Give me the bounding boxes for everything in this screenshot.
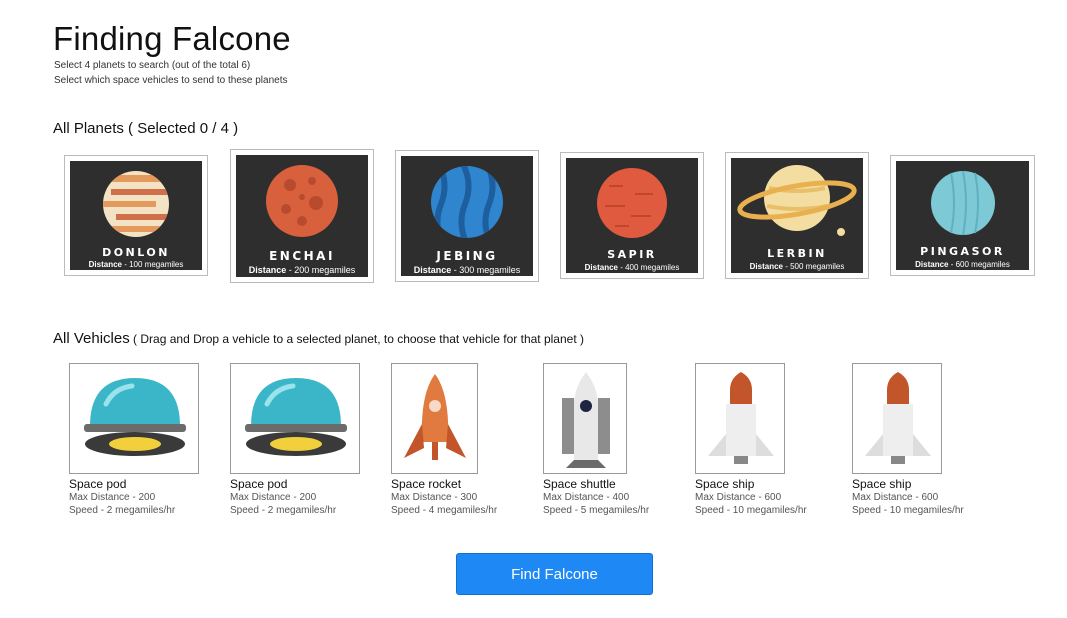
vehicle-max-distance: Max Distance - 200	[69, 492, 156, 503]
vehicle-card-space-rocket[interactable]: Space rocket Max Distance - 300 Speed - …	[391, 363, 497, 517]
vehicle-speed: Speed - 10 megamiles/hr	[695, 505, 807, 516]
ringed-planet-icon	[737, 165, 857, 236]
vehicle-speed: Speed - 2 megamiles/hr	[230, 505, 337, 516]
vehicle-max-distance: Max Distance - 300	[391, 492, 478, 503]
ice-planet-icon	[930, 170, 995, 236]
striped-planet-icon	[103, 171, 169, 237]
space-ship-icon	[708, 372, 774, 464]
planet-tile: DONLON Distance - 100 megamiles	[70, 161, 202, 270]
vehicle-speed: Speed - 5 megamiles/hr	[543, 505, 650, 516]
planet-card-jebing[interactable]: JEBING Distance - 300 megamiles	[395, 150, 539, 282]
planet-name: JEBING	[436, 249, 498, 263]
page-title: Finding Falcone	[53, 20, 291, 57]
space-pod-icon	[245, 378, 347, 456]
vehicle-card-space-pod-1[interactable]: Space pod Max Distance - 200 Speed - 2 m…	[69, 363, 199, 517]
planet-name: PINGASOR	[920, 245, 1005, 258]
vehicle-image	[852, 363, 942, 474]
vehicle-card-space-shuttle[interactable]: Space shuttle Max Distance - 400 Speed -…	[543, 363, 649, 517]
wavy-blue-planet-icon	[431, 166, 503, 238]
planet-tile: JEBING Distance - 300 megamiles	[401, 156, 533, 276]
planet-card-lerbin[interactable]: LERBIN Distance - 500 megamiles	[725, 152, 869, 279]
vehicle-speed: Speed - 2 megamiles/hr	[69, 505, 176, 516]
red-planet-icon	[597, 168, 667, 238]
planet-tile: LERBIN Distance - 500 megamiles	[731, 158, 863, 273]
vehicle-image	[695, 363, 785, 474]
planet-distance: Distance - 100 megamiles	[88, 260, 184, 269]
vehicle-speed: Speed - 4 megamiles/hr	[391, 505, 498, 516]
planet-card-pingasor[interactable]: PINGASOR Distance - 600 megamiles	[890, 155, 1035, 276]
vehicles-heading: All Vehicles ( Drag and Drop a vehicle t…	[53, 330, 584, 347]
vehicle-image	[230, 363, 360, 474]
vehicle-max-distance: Max Distance - 400	[543, 492, 630, 503]
planet-name: LERBIN	[767, 247, 827, 260]
planet-tile: ENCHAI Distance - 200 megamiles	[236, 155, 368, 277]
vehicle-speed: Speed - 10 megamiles/hr	[852, 505, 964, 516]
subtitle-planets: Select 4 planets to search (out of the t…	[54, 60, 251, 71]
space-pod-icon	[84, 378, 186, 456]
planet-card-donlon[interactable]: DONLON Distance - 100 megamiles	[64, 155, 208, 276]
planet-distance: Distance - 300 megamiles	[413, 265, 521, 275]
vehicle-name: Space pod	[230, 477, 288, 491]
planet-name: DONLON	[102, 246, 170, 259]
subtitle-vehicles: Select which space vehicles to send to t…	[54, 75, 288, 86]
planet-name: SAPIR	[607, 248, 657, 261]
vehicle-max-distance: Max Distance - 600	[695, 492, 782, 503]
planet-distance: Distance - 500 megamiles	[749, 262, 845, 271]
space-rocket-icon	[404, 374, 466, 460]
vehicle-image	[69, 363, 199, 474]
planet-card-sapir[interactable]: SAPIR Distance - 400 megamiles	[560, 152, 704, 279]
find-falcone-button[interactable]: Find Falcone	[456, 553, 653, 595]
vehicles-heading-title: All Vehicles	[53, 330, 130, 347]
vehicles-drag-hint: ( Drag and Drop a vehicle to a selected …	[129, 332, 584, 346]
vehicle-card-space-pod-2[interactable]: Space pod Max Distance - 200 Speed - 2 m…	[230, 363, 360, 517]
planets-heading: All Planets ( Selected 0 / 4 )	[53, 120, 239, 137]
vehicle-image	[543, 363, 627, 474]
planet-name: ENCHAI	[269, 249, 335, 263]
vehicle-max-distance: Max Distance - 200	[230, 492, 317, 503]
vehicle-name: Space pod	[69, 477, 127, 491]
vehicle-name: Space ship	[695, 477, 755, 491]
planet-tile: PINGASOR Distance - 600 megamiles	[896, 161, 1029, 270]
vehicle-card-space-ship-2[interactable]: Space ship Max Distance - 600 Speed - 10…	[852, 363, 964, 517]
vehicle-name: Space ship	[852, 477, 912, 491]
planet-tile: SAPIR Distance - 400 megamiles	[566, 158, 698, 273]
vehicle-name: Space shuttle	[543, 477, 616, 491]
planet-distance: Distance - 200 megamiles	[248, 265, 356, 275]
vehicle-image	[391, 363, 478, 474]
cratered-planet-icon	[266, 165, 338, 237]
vehicle-name: Space rocket	[391, 477, 462, 491]
planet-distance: Distance - 600 megamiles	[915, 260, 1010, 269]
space-ship-icon	[865, 372, 931, 464]
planet-card-enchai[interactable]: ENCHAI Distance - 200 megamiles	[230, 149, 374, 283]
planet-distance: Distance - 400 megamiles	[584, 263, 680, 272]
vehicle-max-distance: Max Distance - 600	[852, 492, 939, 503]
vehicle-card-space-ship-1[interactable]: Space ship Max Distance - 600 Speed - 10…	[695, 363, 807, 517]
space-shuttle-icon	[562, 372, 610, 468]
